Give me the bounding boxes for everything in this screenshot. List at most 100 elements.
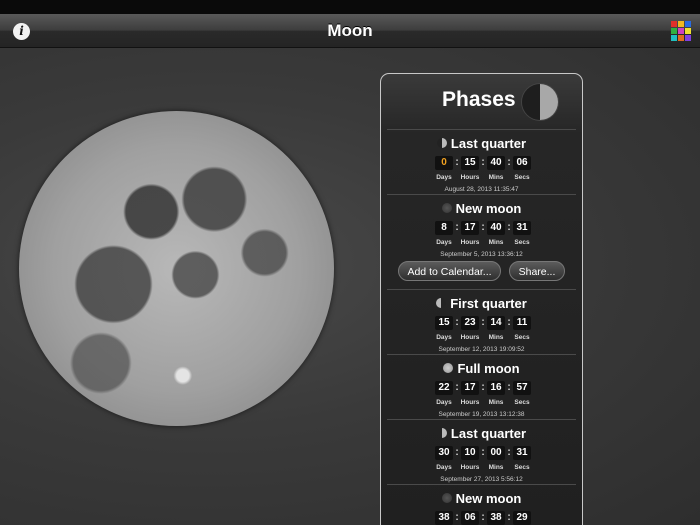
countdown-days: 15 <box>435 316 453 330</box>
unit-label: Secs <box>514 174 530 181</box>
countdown-days: 22 <box>435 381 453 395</box>
unit-label: Days <box>436 334 452 341</box>
countdown-days: 8 <box>435 221 453 235</box>
phase-date: September 12, 2013 19:09:52 <box>438 346 525 353</box>
colon-separator: : <box>507 382 511 393</box>
colon-separator: : <box>455 222 459 233</box>
unit-label: Secs <box>514 464 530 471</box>
phase-name-label: Last quarter <box>450 136 527 151</box>
share-button[interactable]: Share... <box>509 261 565 281</box>
phase-date: September 19, 2013 13:12:38 <box>438 411 525 418</box>
colon-separator: : <box>481 512 485 523</box>
unit-label: Mins <box>488 174 504 181</box>
countdown: 8 17 40 31::: <box>435 221 531 235</box>
countdown-secs: 31 <box>513 221 531 235</box>
phase-section: New moon38063829:::DaysHoursMinsSecs <box>387 484 576 525</box>
color-square <box>685 21 691 27</box>
unit-label: Hours <box>460 399 480 406</box>
countdown-secs: 57 <box>513 381 531 395</box>
units-row: Days Hours Mins Secs <box>435 464 531 474</box>
color-square <box>678 28 684 34</box>
phase-name-label: New moon <box>455 491 522 506</box>
phase-name: New moon <box>387 491 576 506</box>
colon-separator: : <box>481 222 485 233</box>
info-icon[interactable]: i <box>13 23 30 40</box>
unit-label: Mins <box>488 239 504 246</box>
phases-panel: Phases Last quarter 0 15 40 06::: Days Hours Mi… <box>380 73 583 525</box>
new-moon-icon <box>441 203 452 213</box>
colon-separator: : <box>481 157 485 168</box>
half-moon-icon <box>522 84 558 120</box>
countdown-mins: 14 <box>487 316 505 330</box>
phase-date: August 28, 2013 11:35:47 <box>444 186 519 193</box>
phase-section: First quarter 15 23 14 11::: Days Hours Mins Sec… <box>387 289 576 354</box>
colon-separator: : <box>507 447 511 458</box>
countdown-secs: 11 <box>513 316 531 330</box>
phase-name-label: Last quarter <box>450 426 527 441</box>
phase-section: New moon 8 17 40 31::: Days Hours Mins Secs Septe… <box>387 194 576 289</box>
unit-label: Days <box>436 399 452 406</box>
countdown-days: 38 <box>435 511 453 525</box>
phase-name: Full moon <box>387 361 576 376</box>
moon-image <box>19 111 334 426</box>
unit-label: Days <box>436 239 452 246</box>
color-square <box>671 28 677 34</box>
colon-separator: : <box>507 157 511 168</box>
units-row: Days Hours Mins Secs <box>435 239 531 249</box>
countdown-mins: 40 <box>487 156 505 170</box>
countdown: 30 10 00 31::: <box>435 446 531 460</box>
first-quarter-icon <box>436 298 447 308</box>
panel-header: Phases <box>381 74 582 129</box>
countdown-days: 30 <box>435 446 453 460</box>
color-square <box>685 28 691 34</box>
colon-separator: : <box>455 382 459 393</box>
phase-section: Last quarter 0 15 40 06::: Days Hours Mins Secs A… <box>387 129 576 194</box>
countdown: 0 15 40 06::: <box>435 156 531 170</box>
countdown-mins: 40 <box>487 221 505 235</box>
navigation-bar: Moon <box>0 14 700 48</box>
countdown-hours: 10 <box>461 446 479 460</box>
countdown-hours: 15 <box>461 156 479 170</box>
countdown-mins: 00 <box>487 446 505 460</box>
countdown: 15 23 14 11::: <box>435 316 531 330</box>
units-row: Days Hours Mins Secs <box>435 174 531 184</box>
colon-separator: : <box>455 157 459 168</box>
phase-section: Full moon 22 17 16 57::: Days Hours Mins Secs Sep… <box>387 354 576 419</box>
full-moon-icon <box>443 363 454 373</box>
colon-separator: : <box>455 512 459 523</box>
countdown-days: 0 <box>435 156 453 170</box>
unit-label: Secs <box>514 334 530 341</box>
colon-separator: : <box>507 317 511 328</box>
unit-label: Days <box>436 464 452 471</box>
color-grid-icon[interactable] <box>671 21 691 41</box>
units-row: Days Hours Mins Secs <box>435 334 531 344</box>
phase-name-label: First quarter <box>450 296 527 311</box>
colon-separator: : <box>507 222 511 233</box>
phase-section: Last quarter 30 10 00 31::: Days Hours Mins Secs… <box>387 419 576 484</box>
phase-name: Last quarter <box>387 426 576 441</box>
colon-separator: : <box>507 512 511 523</box>
phase-date: September 5, 2013 13:36:12 <box>440 251 523 258</box>
countdown-mins: 16 <box>487 381 505 395</box>
colon-separator: : <box>455 447 459 458</box>
phase-date: September 27, 2013 5:56:12 <box>440 476 523 483</box>
phase-name: Last quarter <box>387 136 576 151</box>
color-square <box>671 21 677 27</box>
new-moon-icon <box>441 493 452 503</box>
color-square <box>671 35 677 41</box>
colon-separator: : <box>481 382 485 393</box>
units-row: Days Hours Mins Secs <box>435 399 531 409</box>
unit-label: Mins <box>488 399 504 406</box>
colon-separator: : <box>481 447 485 458</box>
unit-label: Hours <box>460 334 480 341</box>
unit-label: Mins <box>488 334 504 341</box>
colon-separator: : <box>455 317 459 328</box>
countdown-hours: 23 <box>461 316 479 330</box>
countdown-secs: 06 <box>513 156 531 170</box>
add-to-calendar-button[interactable]: Add to Calendar... <box>398 261 501 281</box>
app-title: Moon <box>327 21 373 40</box>
countdown-hours: 17 <box>461 381 479 395</box>
colon-separator: : <box>481 317 485 328</box>
phase-name-label: New moon <box>455 201 522 216</box>
phase-name-label: Full moon <box>457 361 520 376</box>
